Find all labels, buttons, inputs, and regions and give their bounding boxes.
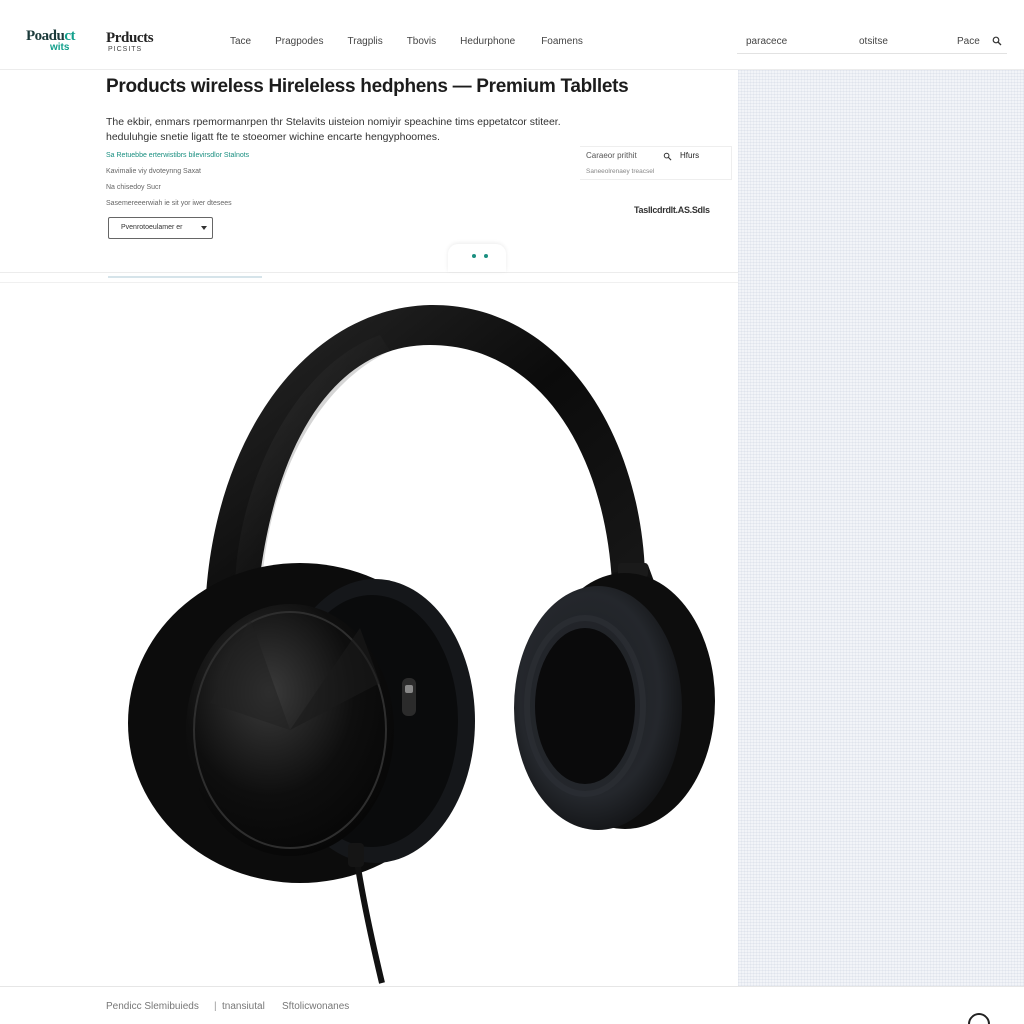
variant-select-value: Pvenrotoeulamer er bbox=[121, 224, 183, 231]
footer-link-1[interactable]: Pendicc Slemibuieds bbox=[106, 1001, 199, 1012]
search-icon-small[interactable] bbox=[663, 152, 672, 161]
meta-line-1[interactable]: Sa Retuebbe erterwistibrs bilevirsdlor S… bbox=[106, 152, 249, 159]
meta-line-4: Sasemereeerwiah ie sit yor iwer dtesees bbox=[106, 200, 232, 207]
help-icon[interactable] bbox=[963, 1008, 995, 1024]
product-title: Products wireless Hireleless hedphens — … bbox=[106, 76, 629, 97]
stock-note: Saneeolrenaey treacsel bbox=[586, 168, 655, 175]
section-divider bbox=[0, 272, 738, 273]
logo-subtext: wits bbox=[50, 42, 70, 53]
utility-link-1[interactable]: paracece bbox=[746, 36, 787, 47]
nav-item-1[interactable]: Tace bbox=[230, 36, 251, 50]
brand-name[interactable]: Prducts PICSITS bbox=[106, 30, 154, 56]
chevron-down-icon bbox=[201, 226, 207, 230]
nav-item-6[interactable]: Foamens bbox=[541, 36, 583, 50]
stock-label: Caraeor prithit bbox=[586, 151, 637, 160]
sidebar-panel bbox=[738, 70, 1024, 986]
brand-title: Prducts bbox=[106, 30, 154, 46]
meta-line-3: Na chisedoy Sucr bbox=[106, 184, 161, 191]
utility-bar: paracece otsitse Pace bbox=[737, 28, 1007, 54]
utility-link-2[interactable]: otsitse bbox=[859, 36, 888, 47]
footer-link-2[interactable]: tnansiutal bbox=[222, 1001, 265, 1012]
variant-select[interactable]: Pvenrotoeulamer er bbox=[108, 217, 213, 239]
product-price: Tasllcdrdlt.AS.Sdls bbox=[634, 205, 710, 215]
product-description: The ekbir, enmars rpemormanrpen thr Stel… bbox=[106, 116, 561, 143]
site-header: Poaduct wits Prducts PICSITS Tace Pragpo… bbox=[0, 0, 1024, 70]
carousel-dots[interactable] bbox=[448, 244, 506, 272]
product-image bbox=[128, 304, 715, 984]
stock-value: Hfurs bbox=[680, 151, 700, 160]
page-link[interactable]: Pace bbox=[957, 36, 980, 47]
stock-box: Caraeor prithit Hfurs Saneeolrenaey trea… bbox=[580, 146, 732, 180]
main-nav: Tace Pragpodes Tragplis Tbovis Hedurphon… bbox=[230, 36, 583, 50]
nav-item-3[interactable]: Tragplis bbox=[348, 36, 383, 50]
search-icon[interactable] bbox=[992, 36, 1002, 46]
footer-separator: | bbox=[214, 1001, 217, 1012]
nav-item-5[interactable]: Hedurphone bbox=[460, 36, 515, 50]
site-logo[interactable]: Poaduct wits bbox=[26, 29, 88, 60]
meta-line-2: Kavimalie viy dvoteynng Saxat bbox=[106, 168, 201, 175]
carousel-dot-2[interactable] bbox=[484, 254, 488, 258]
carousel-dot-1[interactable] bbox=[472, 254, 476, 258]
site-footer: Pendicc Slemibuieds | tnansiutal Sftolic… bbox=[0, 986, 1024, 1024]
nav-item-2[interactable]: Pragpodes bbox=[275, 36, 323, 50]
tab-indicator bbox=[108, 276, 262, 278]
nav-item-4[interactable]: Tbovis bbox=[407, 36, 436, 50]
footer-link-3[interactable]: Sftolicwonanes bbox=[282, 1001, 349, 1012]
